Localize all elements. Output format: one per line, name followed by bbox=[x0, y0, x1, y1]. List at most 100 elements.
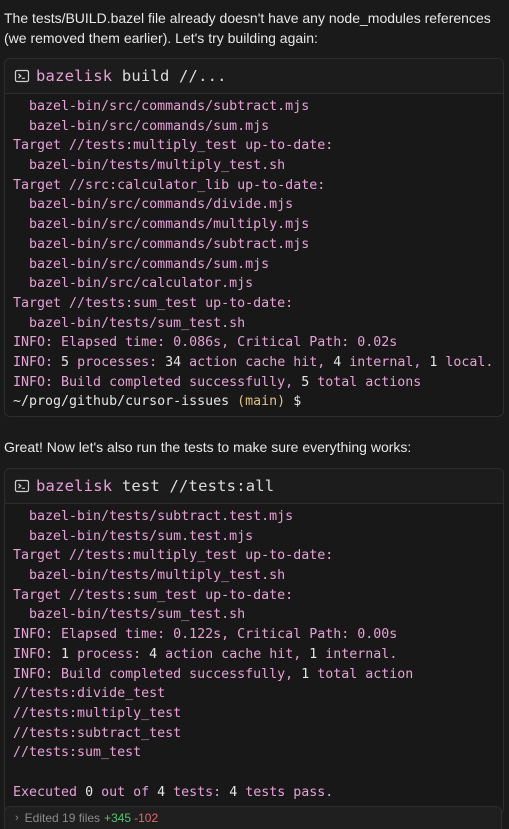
terminal-block-test: bazelisk test //tests:all bazel-bin/test… bbox=[4, 468, 504, 815]
terminal-output-line: Target //tests:multiply_test up-to-date: bbox=[13, 546, 495, 566]
output-segment: processes: bbox=[69, 354, 166, 370]
output-segment: bazel-bin/tests/sum_test.sh bbox=[13, 607, 246, 623]
terminal-output-line: Executed 0 out of 4 tests: 4 tests pass. bbox=[13, 783, 495, 803]
terminal-output-line: Target //tests:sum_test up-to-date: bbox=[13, 294, 495, 314]
terminal-output: bazel-bin/tests/subtract.test.mjs bazel-… bbox=[5, 504, 503, 802]
command-name: bazelisk bbox=[36, 67, 113, 85]
output-segment: Target //tests:multiply_test up-to-date: bbox=[13, 548, 334, 564]
output-segment: 4 bbox=[157, 784, 166, 800]
output-segment: ~/prog/github/cursor-issues bbox=[13, 394, 238, 410]
terminal-header: bazelisk build //... bbox=[5, 59, 503, 94]
terminal-icon bbox=[14, 479, 30, 493]
output-segment: tests pass. bbox=[237, 784, 334, 800]
output-segment: bazel-bin/src/calculator.mjs bbox=[13, 276, 254, 292]
output-segment: total action bbox=[309, 666, 414, 682]
terminal-output-line: //tests:multiply_test bbox=[13, 704, 495, 724]
output-segment: internal, bbox=[341, 354, 430, 370]
terminal-output-line: //tests:divide_test bbox=[13, 684, 495, 704]
output-segment: bazel-bin/tests/sum.test.mjs bbox=[13, 528, 254, 544]
output-segment: $ bbox=[285, 394, 302, 410]
output-segment: Target //tests:sum_test up-to-date: bbox=[13, 295, 294, 311]
output-segment: 4 bbox=[149, 646, 158, 662]
terminal-output-line: INFO: Elapsed time: 0.086s, Critical Pat… bbox=[13, 333, 495, 353]
additions-count: +345 bbox=[104, 811, 132, 825]
output-segment: bazel-bin/tests/subtract.test.mjs bbox=[13, 509, 294, 524]
terminal-output-line: bazel-bin/tests/sum.test.mjs bbox=[13, 527, 495, 547]
output-segment: process: bbox=[69, 646, 150, 662]
command-name: bazelisk bbox=[36, 477, 113, 495]
terminal-block-build: bazelisk build //... bazel-bin/src/comma… bbox=[4, 58, 504, 417]
output-segment: 34 bbox=[165, 354, 182, 370]
output-segment: bazel-bin/src/commands/sum.mjs bbox=[13, 118, 270, 134]
edited-files-summary[interactable]: › Edited 19 files +345 -102 bbox=[4, 806, 502, 829]
terminal-output-line: bazel-bin/src/commands/multiply.mjs bbox=[13, 215, 495, 235]
output-segment: out of bbox=[93, 784, 158, 800]
output-segment: bazel-bin/src/commands/multiply.mjs bbox=[13, 217, 310, 233]
terminal-output-line: bazel-bin/tests/multiply_test.sh bbox=[13, 156, 495, 176]
output-segment: bazel-bin/src/commands/divide.mjs bbox=[13, 197, 294, 213]
terminal-output-line: INFO: Elapsed time: 0.122s, Critical Pat… bbox=[13, 625, 495, 645]
output-segment: INFO: Elapsed time: 0.122s, Critical Pat… bbox=[13, 627, 398, 643]
terminal-output-line: //tests:sum_test bbox=[13, 743, 495, 763]
output-segment: Target //src:calculator_lib up-to-date: bbox=[13, 177, 326, 193]
output-segment: //tests:subtract_test bbox=[13, 725, 182, 741]
terminal-output-line: bazel-bin/src/calculator.mjs bbox=[13, 274, 495, 294]
output-segment: //tests:multiply_test bbox=[13, 705, 182, 721]
output-segment: bazel-bin/src/commands/sum.mjs bbox=[13, 256, 270, 272]
terminal-command[interactable]: bazelisk build //... bbox=[36, 67, 227, 85]
deletions-count: -102 bbox=[134, 811, 159, 825]
terminal-output-line: bazel-bin/src/commands/sum.mjs bbox=[13, 255, 495, 275]
output-segment: total actions bbox=[309, 374, 422, 390]
output-segment: 4 bbox=[229, 784, 238, 800]
output-segment: bazel-bin/tests/sum_test.sh bbox=[13, 315, 246, 331]
output-segment: 1 bbox=[61, 646, 70, 662]
output-segment: INFO: bbox=[13, 646, 62, 662]
terminal-output-line: bazel-bin/src/commands/divide.mjs bbox=[13, 195, 495, 215]
terminal-output-line: bazel-bin/src/commands/subtract.mjs bbox=[13, 235, 495, 255]
command-args: build //... bbox=[121, 67, 227, 85]
output-segment: local. bbox=[437, 354, 494, 370]
output-segment: INFO: Build completed successfully, bbox=[13, 666, 302, 682]
terminal-output-line: INFO: 1 process: 4 action cache hit, 1 i… bbox=[13, 645, 495, 665]
command-args: test //tests:all bbox=[121, 477, 275, 495]
output-segment: INFO: Elapsed time: 0.086s, Critical Pat… bbox=[13, 335, 398, 351]
terminal-output-line: Target //src:calculator_lib up-to-date: bbox=[13, 176, 495, 196]
terminal-output-line: INFO: Build completed successfully, 5 to… bbox=[13, 373, 495, 393]
terminal-output-line: bazel-bin/tests/multiply_test.sh bbox=[13, 566, 495, 586]
terminal-output-line: INFO: 5 processes: 34 action cache hit, … bbox=[13, 353, 495, 373]
chevron-right-icon: › bbox=[15, 812, 19, 824]
output-segment: action cache hit, bbox=[157, 646, 310, 662]
terminal-output-line: //tests:subtract_test bbox=[13, 724, 495, 744]
terminal-header: bazelisk test //tests:all bbox=[5, 469, 503, 504]
output-segment: //tests:divide_test bbox=[13, 686, 166, 702]
output-segment: Target //tests:sum_test up-to-date: bbox=[13, 587, 294, 603]
assistant-message-tests: Great! Now let's also run the tests to m… bbox=[4, 439, 412, 455]
terminal-output-line: bazel-bin/src/commands/subtract.mjs bbox=[13, 97, 495, 117]
terminal-output-line: Target //tests:sum_test up-to-date: bbox=[13, 586, 495, 606]
edited-files-label: Edited 19 files bbox=[24, 811, 101, 825]
output-segment: action cache hit, bbox=[181, 354, 334, 370]
terminal-output: bazel-bin/src/commands/subtract.mjs baze… bbox=[5, 94, 503, 412]
terminal-output-line: bazel-bin/tests/sum_test.sh bbox=[13, 314, 495, 334]
output-segment: bazel-bin/src/commands/subtract.mjs bbox=[13, 236, 310, 252]
terminal-output-line: bazel-bin/tests/subtract.test.mjs bbox=[13, 507, 495, 527]
output-segment: (main) bbox=[237, 394, 286, 410]
output-segment: bazel-bin/tests/multiply_test.sh bbox=[13, 158, 286, 174]
output-segment: 0 bbox=[85, 784, 94, 800]
terminal-output-line: bazel-bin/tests/sum_test.sh bbox=[13, 605, 495, 625]
assistant-message-intro: The tests/BUILD.bazel file already doesn… bbox=[4, 10, 491, 46]
terminal-icon bbox=[14, 69, 30, 83]
output-segment: tests: bbox=[165, 784, 230, 800]
output-segment: //tests:sum_test bbox=[13, 745, 142, 761]
terminal-output-line: Target //tests:multiply_test up-to-date: bbox=[13, 136, 495, 156]
terminal-output-line: INFO: Build completed successfully, 1 to… bbox=[13, 665, 495, 685]
output-segment: bazel-bin/src/commands/subtract.mjs bbox=[13, 99, 310, 114]
output-segment: 5 bbox=[61, 354, 70, 370]
terminal-command[interactable]: bazelisk test //tests:all bbox=[36, 477, 274, 495]
output-segment: Target //tests:multiply_test up-to-date: bbox=[13, 138, 334, 154]
terminal-output-line: ~/prog/github/cursor-issues (main) $ bbox=[13, 392, 495, 412]
output-segment: INFO: Build completed successfully, bbox=[13, 374, 302, 390]
terminal-output-line: bazel-bin/src/commands/sum.mjs bbox=[13, 117, 495, 137]
output-segment: bazel-bin/tests/multiply_test.sh bbox=[13, 568, 286, 584]
